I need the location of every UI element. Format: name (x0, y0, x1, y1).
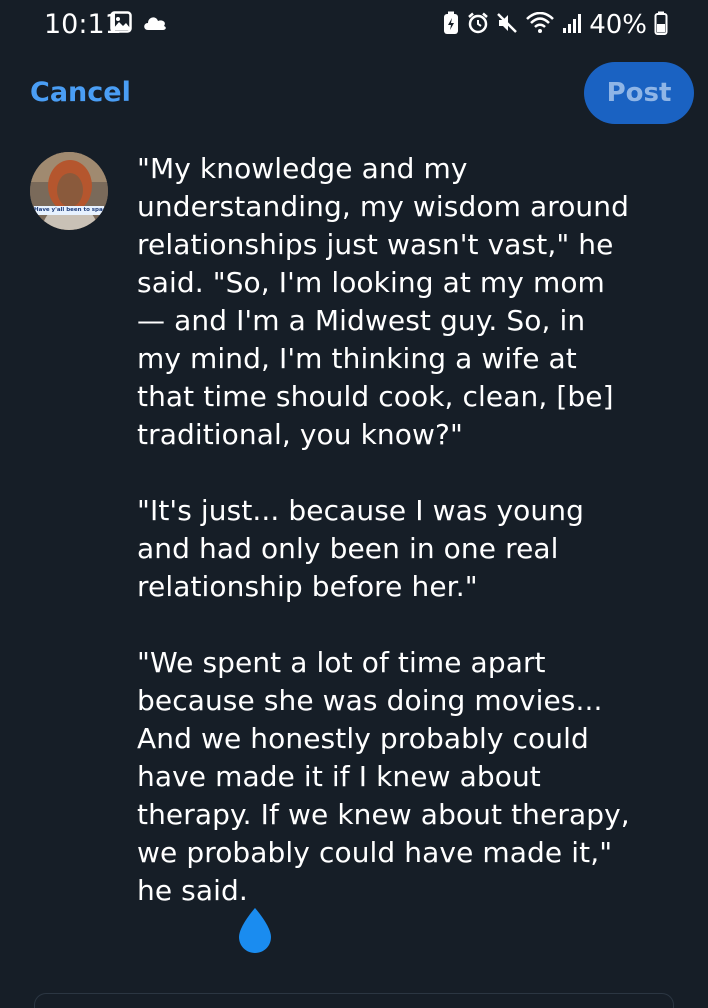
post-text-editor[interactable]: "My knowledge and my understanding, my w… (137, 150, 677, 910)
gallery-icon (110, 11, 132, 37)
avatar-photo (30, 152, 108, 230)
bottom-panel-edge (34, 993, 674, 1008)
post-paragraph: "We spent a lot of time apart because sh… (137, 646, 630, 907)
text-cursor-handle[interactable] (236, 906, 274, 956)
post-paragraph: "My knowledge and my understanding, my w… (137, 152, 629, 451)
battery-icon (654, 11, 668, 39)
cancel-button[interactable]: Cancel (30, 74, 131, 112)
mute-icon (496, 12, 518, 38)
signal-icon (562, 12, 582, 38)
cloud-icon (142, 13, 168, 35)
status-bar: 10:11 40% (0, 0, 708, 48)
post-paragraph: "It's just... because I was young and ha… (137, 494, 584, 603)
avatar[interactable]: Have y'all been to space? (30, 152, 108, 230)
alarm-icon (467, 12, 489, 38)
avatar-caption: Have y'all been to space? (34, 206, 104, 215)
post-button[interactable]: Post (584, 62, 694, 124)
status-left-icons (110, 11, 168, 37)
battery-saver-icon (442, 11, 460, 39)
wifi-icon (525, 11, 555, 38)
battery-percent: 40% (589, 10, 647, 40)
status-right: 40% (442, 8, 668, 42)
